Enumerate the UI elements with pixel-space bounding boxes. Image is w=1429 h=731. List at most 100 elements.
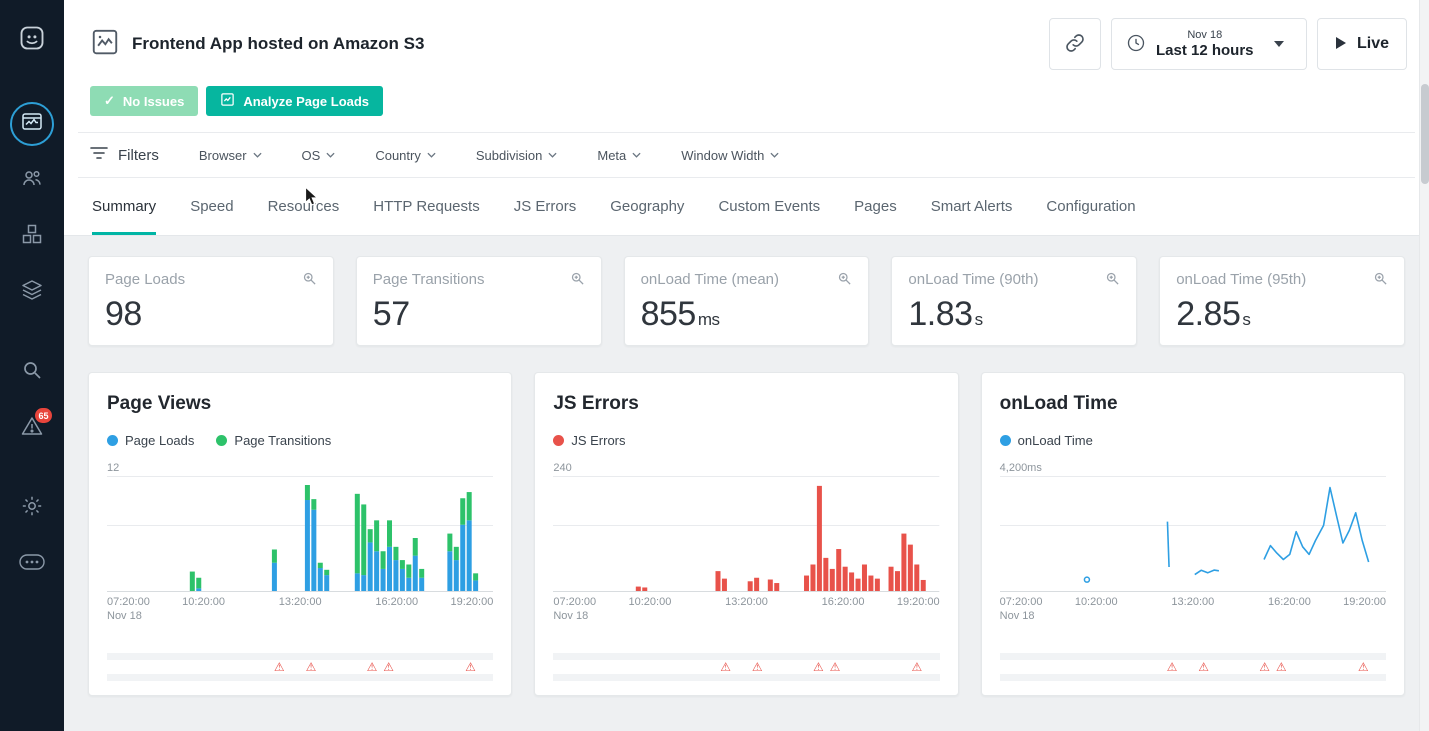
- zoom-icon[interactable]: [570, 271, 585, 291]
- warning-triangle-icon[interactable]: ⚠: [1259, 660, 1270, 674]
- filter-subdivision[interactable]: Subdivision: [476, 148, 558, 163]
- filters-toggle[interactable]: Filters: [90, 146, 159, 164]
- stat-value: 2.85 s: [1176, 295, 1251, 333]
- page-views-chart[interactable]: [107, 476, 494, 592]
- warning-triangle-icon[interactable]: ⚠: [383, 660, 394, 674]
- x-tick: 19:20:00: [896, 596, 940, 608]
- share-link-button[interactable]: [1049, 18, 1101, 70]
- stat-card-page-transitions: Page Transitions 57: [355, 256, 602, 346]
- x-tick: 16:20:00: [1267, 596, 1311, 608]
- sidebar-item-users[interactable]: [0, 152, 64, 208]
- chart-cards-row: Page Views Page Loads Page Transitions 1…: [88, 372, 1405, 696]
- chevron-down-icon: [252, 152, 262, 158]
- stat-value: 1.83 s: [908, 295, 983, 333]
- layers-icon: [20, 278, 44, 307]
- sidebar-item-alerts[interactable]: 65: [0, 400, 64, 456]
- filter-meta[interactable]: Meta: [597, 148, 641, 163]
- filter-country[interactable]: Country: [375, 148, 436, 163]
- legend-js-errors[interactable]: JS Errors: [553, 433, 626, 448]
- alerts-strip[interactable]: ⚠ ⚠ ⚠ ⚠ ⚠: [999, 653, 1386, 681]
- warning-triangle-icon[interactable]: ⚠: [1358, 660, 1369, 674]
- tab-smart-alerts[interactable]: Smart Alerts: [931, 178, 1013, 235]
- sidebar-item-experience-active[interactable]: [0, 96, 64, 152]
- x-tick: 19:20:00: [450, 596, 494, 608]
- tab-js-errors[interactable]: JS Errors: [514, 178, 577, 235]
- warning-triangle-icon[interactable]: ⚠: [1276, 660, 1287, 674]
- stat-label: onLoad Time (95th): [1176, 271, 1307, 288]
- warning-triangle-icon[interactable]: ⚠: [274, 660, 285, 674]
- stat-label: onLoad Time (90th): [908, 271, 1039, 288]
- legend-onload-time[interactable]: onLoad Time: [999, 433, 1093, 448]
- filter-browser[interactable]: Browser: [199, 148, 262, 163]
- warning-triangle-icon[interactable]: ⚠: [1167, 660, 1178, 674]
- vertical-scrollbar[interactable]: [1419, 0, 1429, 731]
- time-range-selector[interactable]: Nov 18 Last 12 hours: [1111, 18, 1307, 70]
- gear-icon: [20, 494, 44, 523]
- chevron-down-icon: [427, 152, 436, 158]
- warning-triangle-icon[interactable]: ⚠: [911, 660, 922, 674]
- tab-custom-events[interactable]: Custom Events: [718, 178, 820, 235]
- warning-triangle-icon[interactable]: ⚠: [306, 660, 317, 674]
- zoom-icon[interactable]: [302, 271, 317, 291]
- scrollbar-thumb[interactable]: [1421, 84, 1429, 184]
- zoom-icon[interactable]: [837, 271, 852, 291]
- monitoring-icon: [20, 110, 44, 139]
- filter-icon: [90, 146, 108, 164]
- x-tick: 10:20:00: [628, 596, 672, 608]
- warning-triangle-icon[interactable]: ⚠: [813, 660, 824, 674]
- tab-geography[interactable]: Geography: [610, 178, 684, 235]
- warning-triangle-icon[interactable]: ⚠: [367, 660, 378, 674]
- tab-speed[interactable]: Speed: [190, 178, 233, 235]
- sidebar-item-settings[interactable]: [0, 480, 64, 536]
- filter-window-width[interactable]: Window Width: [681, 148, 779, 163]
- users-icon: [20, 166, 44, 195]
- sidebar-item-search[interactable]: [0, 344, 64, 400]
- warning-triangle-icon[interactable]: ⚠: [720, 660, 731, 674]
- stat-card-onload-mean: onLoad Time (mean) 855 ms: [623, 256, 870, 346]
- warning-triangle-icon[interactable]: ⚠: [752, 660, 763, 674]
- warning-triangle-icon[interactable]: ⚠: [465, 660, 476, 674]
- time-range-label: Last 12 hours: [1156, 41, 1254, 59]
- analyze-page-loads-button[interactable]: Analyze Page Loads: [206, 86, 384, 116]
- chevron-down-icon: [326, 152, 335, 158]
- x-tick: 19:20:00: [1343, 596, 1386, 608]
- tab-http-requests[interactable]: HTTP Requests: [373, 178, 479, 235]
- no-issues-badge[interactable]: ✓ No Issues: [90, 86, 199, 116]
- warning-triangle-icon[interactable]: ⚠: [1198, 660, 1209, 674]
- stat-label: Page Loads: [105, 271, 186, 288]
- stat-card-onload-90th: onLoad Time (90th) 1.83 s: [891, 256, 1138, 346]
- alerts-strip[interactable]: ⚠ ⚠ ⚠ ⚠ ⚠: [553, 653, 940, 681]
- tab-pages[interactable]: Pages: [854, 178, 897, 235]
- sidebar-item-more[interactable]: [0, 536, 64, 592]
- more-dots-icon: [19, 553, 45, 575]
- x-tick: 16:20:00: [821, 596, 865, 608]
- analyze-chart-icon: [220, 92, 235, 110]
- x-tick: 07:20:00 Nov 18: [553, 596, 597, 622]
- dashboard-content: Page Loads 98 Page Transitions 57 onLoad…: [64, 236, 1429, 731]
- play-icon: [1335, 36, 1347, 53]
- tab-resources[interactable]: Resources: [268, 178, 340, 235]
- filter-os[interactable]: OS: [302, 148, 336, 163]
- live-button[interactable]: Live: [1317, 18, 1407, 70]
- onload-time-chart[interactable]: [999, 476, 1386, 592]
- tab-configuration[interactable]: Configuration: [1046, 178, 1135, 235]
- stat-label: onLoad Time (mean): [640, 271, 779, 288]
- sidebar-item-infrastructure[interactable]: [0, 264, 64, 320]
- alerts-strip[interactable]: ⚠ ⚠ ⚠ ⚠ ⚠: [107, 653, 494, 681]
- js-errors-chart[interactable]: [553, 476, 940, 592]
- time-range-date: Nov 18: [1187, 29, 1223, 42]
- legend-dot: [553, 435, 565, 446]
- tab-summary[interactable]: Summary: [92, 178, 157, 235]
- y-axis-max-label: 240: [553, 462, 572, 474]
- sidebar-logo[interactable]: [0, 12, 64, 68]
- chart-title: onLoad Time: [999, 393, 1118, 414]
- legend-page-transitions[interactable]: Page Transitions: [216, 433, 331, 448]
- sidebar-item-packages[interactable]: [0, 208, 64, 264]
- warning-triangle-icon[interactable]: ⚠: [830, 660, 841, 674]
- zoom-icon[interactable]: [1105, 271, 1120, 291]
- legend-page-loads[interactable]: Page Loads: [107, 433, 194, 448]
- page-header-section: Frontend App hosted on Amazon S3 Nov 18 …: [64, 0, 1429, 236]
- zoom-icon[interactable]: [1373, 271, 1388, 291]
- alerts-count-badge: 65: [35, 408, 52, 423]
- filters-bar: Filters Browser OS Country Subdivision M…: [78, 132, 1415, 178]
